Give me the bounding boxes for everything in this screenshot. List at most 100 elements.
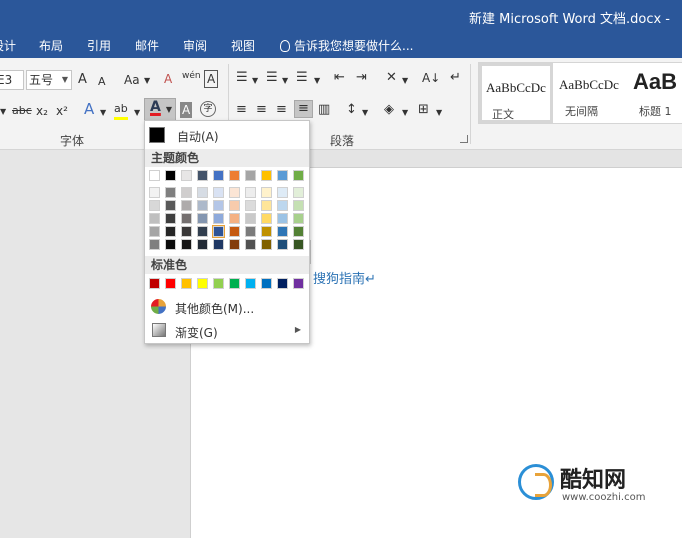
- color-swatch[interactable]: [181, 278, 192, 289]
- show-marks-icon[interactable]: ↵: [450, 70, 461, 86]
- justify-icon[interactable]: ≡: [294, 100, 313, 118]
- color-swatch[interactable]: [181, 239, 192, 250]
- color-swatch[interactable]: [213, 170, 224, 181]
- style-no-spacing[interactable]: AaBbCcDc 无间隔: [555, 63, 629, 123]
- color-swatch[interactable]: [149, 239, 160, 250]
- tab-review[interactable]: 审阅: [183, 37, 207, 54]
- color-swatch[interactable]: [181, 200, 192, 211]
- grow-font-button[interactable]: A: [78, 72, 87, 88]
- color-swatch[interactable]: [229, 226, 240, 237]
- color-swatch[interactable]: [277, 187, 288, 198]
- line-spacing-icon[interactable]: ↕: [346, 102, 357, 118]
- shrink-font-button[interactable]: A: [98, 74, 106, 90]
- color-swatch[interactable]: [197, 213, 208, 224]
- color-swatch[interactable]: [165, 239, 176, 250]
- color-swatch[interactable]: [149, 200, 160, 211]
- color-swatch[interactable]: [165, 200, 176, 211]
- tab-design[interactable]: 设计: [0, 37, 16, 54]
- color-swatch[interactable]: [245, 170, 256, 181]
- clear-format-button[interactable]: A: [164, 71, 172, 87]
- color-swatch[interactable]: [277, 170, 288, 181]
- font-name-dropdown[interactable]: E3: [0, 70, 24, 90]
- char-border-button[interactable]: A: [204, 70, 219, 88]
- color-swatch[interactable]: [149, 278, 160, 289]
- color-swatch[interactable]: [165, 278, 176, 289]
- color-swatch[interactable]: [213, 239, 224, 250]
- color-swatch[interactable]: [181, 226, 192, 237]
- sort-button[interactable]: A↓: [422, 70, 440, 86]
- color-swatch[interactable]: [293, 200, 304, 211]
- color-swatch[interactable]: [261, 200, 272, 211]
- superscript-button[interactable]: x²: [56, 103, 68, 119]
- color-swatch[interactable]: [229, 213, 240, 224]
- tell-me-box[interactable]: 告诉我您想要做什么...: [280, 37, 413, 54]
- color-swatch[interactable]: [165, 187, 176, 198]
- text-effect-button[interactable]: A: [84, 101, 94, 117]
- change-case-button[interactable]: Aa: [124, 72, 140, 88]
- enclose-char-button[interactable]: 字: [200, 101, 216, 117]
- color-swatch[interactable]: [293, 226, 304, 237]
- tab-view[interactable]: 视图: [231, 37, 255, 54]
- color-swatch[interactable]: [165, 213, 176, 224]
- color-swatch[interactable]: [261, 226, 272, 237]
- color-swatch[interactable]: [197, 170, 208, 181]
- tab-references[interactable]: 引用: [87, 37, 111, 54]
- color-swatch[interactable]: [229, 170, 240, 181]
- color-swatch[interactable]: [165, 226, 176, 237]
- color-swatch[interactable]: [261, 278, 272, 289]
- color-swatch[interactable]: [229, 239, 240, 250]
- tab-mailings[interactable]: 邮件: [135, 37, 159, 54]
- color-swatch[interactable]: [149, 213, 160, 224]
- color-swatch[interactable]: [277, 278, 288, 289]
- color-swatch[interactable]: [213, 187, 224, 198]
- color-swatch[interactable]: [293, 187, 304, 198]
- color-swatch[interactable]: [181, 170, 192, 181]
- tab-layout[interactable]: 布局: [39, 37, 63, 54]
- gradient-item[interactable]: 渐变(G) ▶: [145, 320, 309, 342]
- decrease-indent-icon[interactable]: ⇤: [334, 70, 345, 86]
- highlight-button[interactable]: ab: [114, 101, 128, 120]
- color-swatch[interactable]: [213, 200, 224, 211]
- color-swatch[interactable]: [197, 200, 208, 211]
- color-swatch[interactable]: [245, 213, 256, 224]
- align-right-icon[interactable]: ≡: [276, 102, 287, 118]
- color-swatch[interactable]: [245, 200, 256, 211]
- color-swatch[interactable]: [293, 170, 304, 181]
- color-swatch[interactable]: [293, 213, 304, 224]
- style-heading-1[interactable]: AaB 标题 1: [629, 63, 682, 123]
- phonetic-guide-button[interactable]: wén: [182, 68, 201, 84]
- font-color-button[interactable]: A ▼: [144, 98, 176, 122]
- color-swatch[interactable]: [245, 239, 256, 250]
- color-swatch[interactable]: [197, 278, 208, 289]
- bullets-icon[interactable]: ☰: [236, 70, 248, 86]
- color-swatch[interactable]: [197, 226, 208, 237]
- color-swatch[interactable]: [181, 187, 192, 198]
- color-swatch[interactable]: [149, 226, 160, 237]
- color-swatch[interactable]: [261, 239, 272, 250]
- multilevel-list-icon[interactable]: ☰: [296, 70, 308, 86]
- color-swatch[interactable]: [213, 278, 224, 289]
- color-swatch[interactable]: [277, 213, 288, 224]
- color-swatch[interactable]: [261, 213, 272, 224]
- style-normal[interactable]: AaBbCcDc 正文: [479, 63, 553, 123]
- auto-color-item[interactable]: 自动(A): [145, 123, 309, 147]
- color-swatch[interactable]: [181, 213, 192, 224]
- color-swatch[interactable]: [229, 187, 240, 198]
- color-swatch[interactable]: [245, 187, 256, 198]
- color-swatch[interactable]: [293, 278, 304, 289]
- color-swatch[interactable]: [197, 187, 208, 198]
- color-swatch[interactable]: [277, 239, 288, 250]
- font-size-dropdown[interactable]: 五号 ▼: [26, 70, 72, 90]
- paragraph-launcher-icon[interactable]: [460, 135, 468, 143]
- color-swatch[interactable]: [213, 213, 224, 224]
- color-swatch[interactable]: [149, 187, 160, 198]
- subscript-button[interactable]: x₂: [36, 103, 48, 119]
- color-swatch[interactable]: [261, 187, 272, 198]
- color-swatch[interactable]: [165, 170, 176, 181]
- asian-layout-icon[interactable]: ✕: [386, 70, 397, 86]
- numbering-icon[interactable]: ☰: [266, 70, 278, 86]
- increase-indent-icon[interactable]: ⇥: [356, 70, 367, 86]
- char-shading-button[interactable]: A: [180, 102, 193, 118]
- strikethrough-button[interactable]: abc: [12, 103, 32, 119]
- shading-bucket-icon[interactable]: ◈: [384, 102, 394, 118]
